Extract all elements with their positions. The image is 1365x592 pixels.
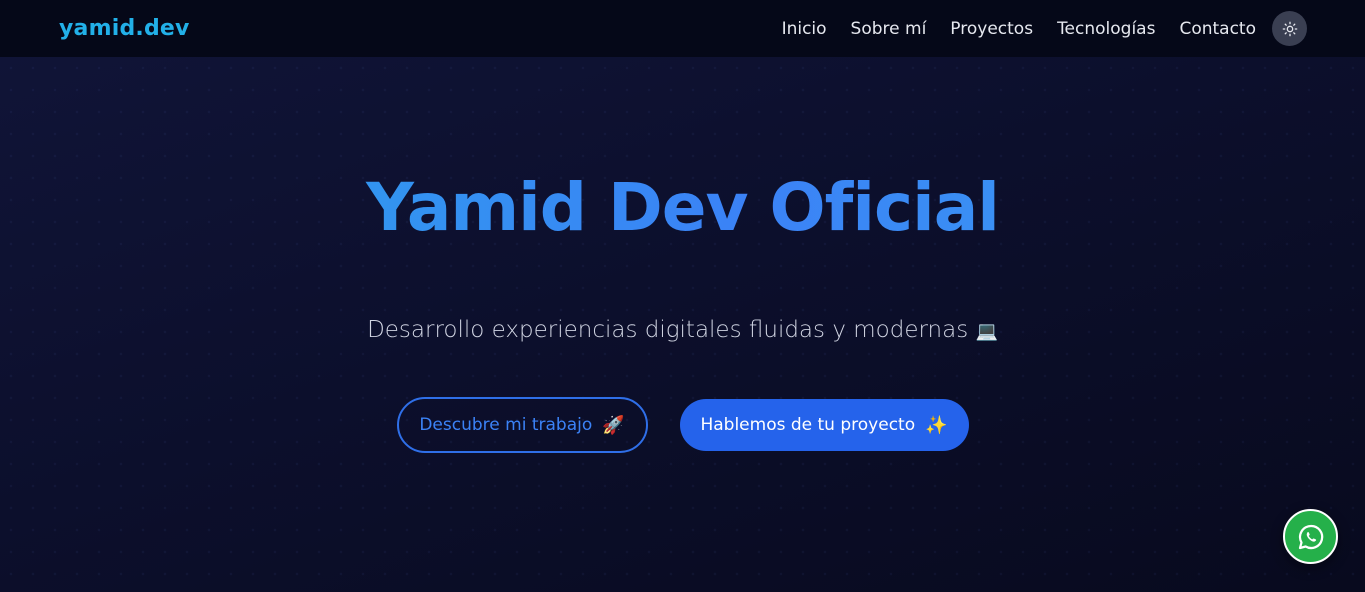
rocket-emoji: 🚀: [602, 414, 625, 436]
contact-project-label: Hablemos de tu proyecto: [700, 415, 916, 435]
nav-link-tecnologias[interactable]: Tecnologías: [1057, 19, 1155, 39]
theme-toggle-button[interactable]: [1272, 11, 1307, 46]
nav-menu: Inicio Sobre mí Proyectos Tecnologías Co…: [782, 11, 1307, 46]
cta-row: Descubre mi trabajo 🚀 Hablemos de tu pro…: [0, 397, 1365, 453]
navbar: yamid.dev Inicio Sobre mí Proyectos Tecn…: [0, 0, 1365, 57]
discover-work-button[interactable]: Descubre mi trabajo 🚀: [396, 397, 648, 453]
nav-link-contacto[interactable]: Contacto: [1179, 19, 1256, 39]
nav-link-proyectos[interactable]: Proyectos: [950, 19, 1033, 39]
hero-subtitle: Desarrollo experiencias digitales fluida…: [0, 317, 1365, 343]
brand-logo[interactable]: yamid.dev: [59, 16, 190, 41]
discover-work-label: Descubre mi trabajo: [419, 415, 593, 435]
whatsapp-button[interactable]: [1283, 509, 1338, 564]
hero-subtitle-text: Desarrollo experiencias digitales fluida…: [367, 317, 969, 343]
whatsapp-icon: [1298, 524, 1323, 549]
nav-link-inicio[interactable]: Inicio: [782, 19, 827, 39]
sun-icon: [1282, 21, 1297, 36]
laptop-emoji: 💻: [975, 321, 998, 342]
sparkles-emoji: ✨: [925, 414, 948, 436]
hero-title: Yamid Dev Oficial: [0, 169, 1365, 246]
hero-section: Yamid Dev Oficial Desarrollo experiencia…: [0, 57, 1365, 592]
nav-link-sobre-mi[interactable]: Sobre mí: [851, 19, 927, 39]
contact-project-button[interactable]: Hablemos de tu proyecto ✨: [679, 399, 969, 451]
